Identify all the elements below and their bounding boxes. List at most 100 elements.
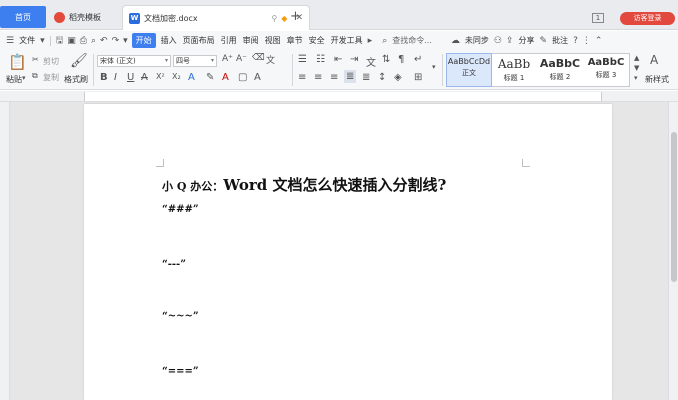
document-line[interactable]: “===” (162, 366, 199, 377)
menu-references[interactable]: 引用 (218, 35, 240, 46)
more-tabs-icon[interactable]: ▸ (366, 36, 375, 46)
tab-document[interactable]: W 文档加密.docx ⚲ ◆ ✕ (122, 5, 310, 30)
help-icon[interactable]: ? (571, 36, 580, 46)
document-page[interactable]: 小 Q 办公：Word 文档怎么快速插入分割线? “###” “---” “~~… (84, 104, 612, 400)
add-tab-button[interactable]: + (290, 9, 301, 24)
undo-icon[interactable]: ↶ (98, 36, 110, 46)
menu-view[interactable]: 视图 (262, 35, 284, 46)
align-right-icon[interactable]: ≡ (330, 72, 338, 83)
gallery-scroll-up-icon[interactable]: ▲ (634, 54, 639, 62)
login-button[interactable]: 访客登录 (620, 12, 675, 25)
quick-access-more-icon[interactable]: ▾ (121, 36, 130, 46)
command-search-input[interactable]: 查找命令... (389, 35, 435, 46)
collab-icon[interactable]: ⚇ (492, 36, 504, 46)
format-painter-label[interactable]: 格式刷 (64, 74, 88, 85)
menu-security[interactable]: 安全 (306, 35, 328, 46)
strikethrough-icon[interactable]: A (141, 72, 148, 83)
document-heading[interactable]: 小 Q 办公：Word 文档怎么快速插入分割线? (162, 174, 446, 195)
save-icon[interactable]: 🖫 (54, 33, 66, 49)
new-style-icon[interactable]: A (650, 53, 658, 67)
highlight-icon[interactable]: ✎ (206, 72, 214, 83)
style-normal[interactable]: AaBbCcDd 正文 (446, 53, 492, 87)
chevron-down-icon[interactable]: ▾ (38, 36, 47, 46)
print-preview-icon[interactable]: ⌕ (89, 36, 98, 46)
bullet-list-icon[interactable]: ☰ (298, 54, 307, 65)
comment-icon[interactable]: ✎ (538, 36, 550, 46)
font-size-select[interactable]: 四号 ▾ (173, 55, 217, 67)
show-marks-icon[interactable]: ¶ (398, 54, 404, 65)
pdf-export-icon[interactable]: ▣ (65, 36, 78, 46)
underline-icon[interactable]: U (127, 72, 134, 83)
cut-icon[interactable]: ✂ (32, 55, 39, 64)
decrease-indent-icon[interactable]: ⇤ (334, 54, 342, 65)
comment-button[interactable]: 批注 (549, 35, 571, 46)
grow-font-icon[interactable]: A⁺ (222, 54, 233, 64)
align-left-icon[interactable]: ≡ (298, 72, 306, 83)
distributed-icon[interactable]: ≣ (362, 72, 370, 83)
document-line[interactable]: “###” (162, 204, 199, 215)
style-heading-1[interactable]: AaBb 标题 1 (492, 54, 536, 86)
italic-icon[interactable]: I (114, 72, 117, 83)
char-border-icon[interactable]: ▢ (238, 72, 247, 83)
vertical-scrollbar[interactable] (668, 102, 678, 400)
window-count-badge[interactable]: 1 (592, 13, 604, 23)
vertical-ruler[interactable] (0, 102, 10, 400)
bold-icon[interactable]: B (100, 72, 108, 83)
align-center-icon[interactable]: ≡ (314, 72, 322, 83)
paste-icon[interactable]: 📋 (8, 53, 27, 71)
print-icon[interactable]: ⎙ (78, 36, 89, 46)
scrollbar-thumb[interactable] (671, 132, 677, 282)
menu-hamburger-icon[interactable]: ☰ (4, 36, 16, 46)
numbered-list-icon[interactable]: ☷ (316, 54, 325, 65)
menu-developer[interactable]: 开发工具 (328, 35, 366, 46)
redo-icon[interactable]: ↷ (110, 36, 122, 46)
tab-template[interactable]: 稻壳模板 (48, 5, 120, 30)
collapse-ribbon-icon[interactable]: ⌃ (593, 36, 605, 46)
tab-home[interactable]: 首页 (0, 6, 46, 28)
share-icon[interactable]: ⇪ (504, 36, 516, 46)
more-icon[interactable]: ⋮ (580, 36, 593, 46)
pinyin-guide-icon[interactable]: 文 (266, 53, 275, 66)
menu-insert[interactable]: 插入 (158, 35, 180, 46)
paragraph-settings-icon[interactable]: ▾ (432, 63, 436, 71)
pin-icon[interactable]: ⚲ (271, 14, 277, 23)
font-name-select[interactable]: 宋体 (正文) ▾ (97, 55, 171, 67)
paste-label[interactable]: 粘贴 (6, 74, 22, 85)
paragraph-marks-icon[interactable]: ↵ (414, 54, 422, 65)
increase-indent-icon[interactable]: ⇥ (350, 54, 358, 65)
document-canvas[interactable]: 小 Q 办公：Word 文档怎么快速插入分割线? “###” “---” “~~… (10, 102, 668, 400)
superscript-icon[interactable]: X² (156, 72, 165, 81)
document-line[interactable]: “~~~” (162, 311, 199, 322)
new-style-label[interactable]: 新样式 (645, 74, 669, 85)
style-heading-2[interactable]: AaBbC 标题 2 (537, 54, 583, 86)
shrink-font-icon[interactable]: A⁻ (236, 54, 247, 64)
search-icon[interactable]: ⌕ (380, 36, 389, 46)
horizontal-ruler[interactable] (0, 91, 678, 102)
sort-icon[interactable]: ⇅ (382, 54, 390, 65)
gallery-expand-icon[interactable]: ▾ (634, 74, 638, 82)
style-heading-3[interactable]: AaBbC 标题 3 (584, 54, 628, 86)
sync-status[interactable]: 未同步 (462, 35, 492, 46)
char-shading-icon[interactable]: A (254, 72, 261, 83)
copy-label[interactable]: 复制 (43, 72, 59, 83)
line-spacing-icon[interactable]: ↕ (378, 72, 386, 83)
subscript-icon[interactable]: X₂ (172, 72, 181, 81)
gallery-scroll-down-icon[interactable]: ▼ (634, 64, 639, 72)
justify-icon[interactable]: ≣ (344, 70, 357, 83)
clear-format-icon[interactable]: ⌫ (252, 53, 265, 63)
paste-dropdown-icon[interactable]: ▾ (22, 74, 26, 82)
font-color-icon[interactable]: A (222, 72, 229, 83)
menu-sections[interactable]: 章节 (284, 35, 306, 46)
text-effect-icon[interactable]: A (188, 72, 195, 83)
menu-home-tab[interactable]: 开始 (131, 33, 156, 48)
share-button[interactable]: 分享 (516, 35, 538, 46)
cut-label[interactable]: 剪切 (43, 56, 59, 67)
borders-icon[interactable]: ⊞ (414, 72, 422, 83)
menu-review[interactable]: 审阅 (240, 35, 262, 46)
document-line[interactable]: “---” (162, 259, 186, 270)
menu-page-layout[interactable]: 页面布局 (180, 35, 218, 46)
menu-file[interactable]: 文件 (16, 35, 38, 46)
chinese-layout-icon[interactable]: 文 (366, 54, 376, 69)
shading-icon[interactable]: ◈ (394, 72, 402, 83)
format-painter-icon[interactable]: 🖌 (70, 53, 88, 69)
